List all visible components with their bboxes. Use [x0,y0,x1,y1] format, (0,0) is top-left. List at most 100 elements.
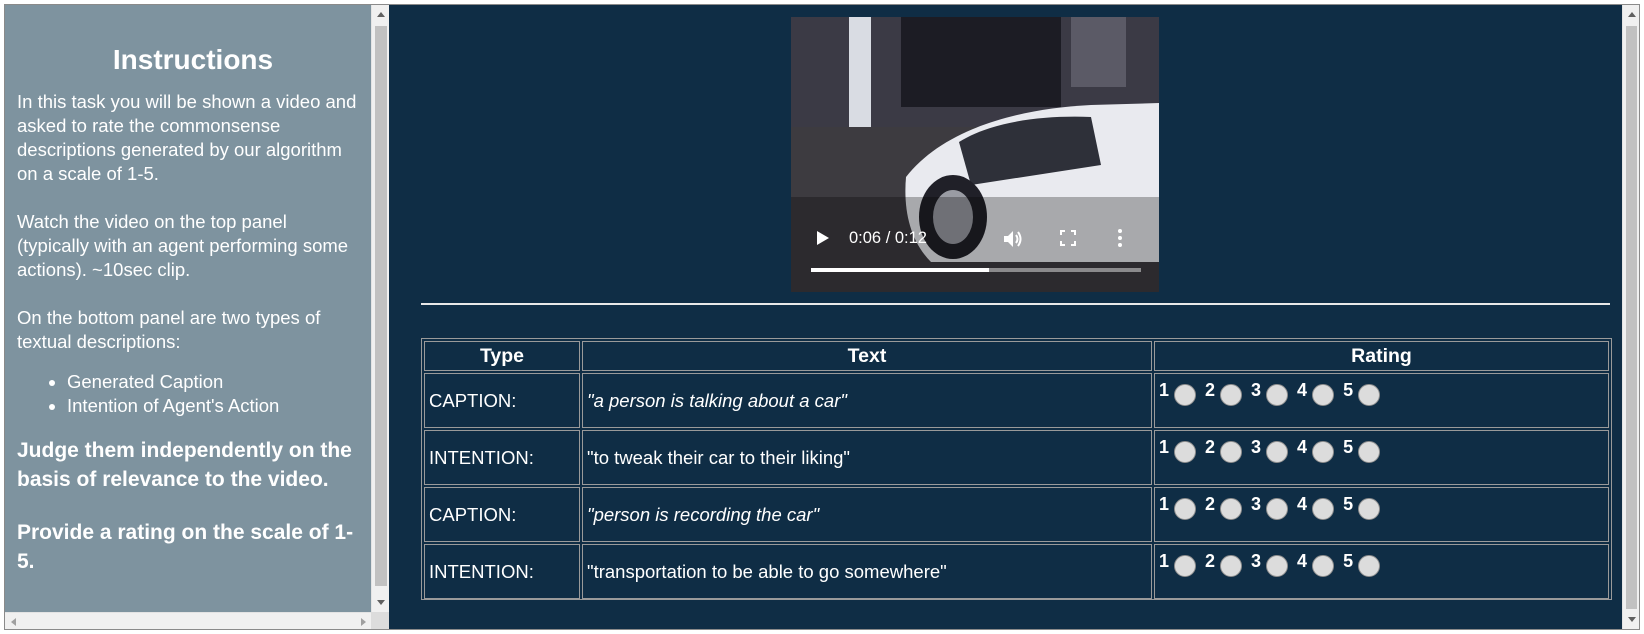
table-row: INTENTION: "transportation to be able to … [424,544,1609,599]
rating-number: 2 [1205,494,1216,514]
section-divider [421,303,1610,305]
rating-option[interactable]: 3 [1251,380,1289,406]
rating-number: 5 [1343,437,1354,457]
rating-option[interactable]: 1 [1159,551,1197,577]
rating-radio-button[interactable] [1312,498,1335,520]
rating-radio-button[interactable] [1220,555,1243,577]
rating-radio-button[interactable] [1358,384,1381,406]
rating-option[interactable]: 4 [1297,551,1335,577]
rating-radio-button[interactable] [1266,441,1289,463]
row-rating: 1 2 3 4 5 [1154,430,1609,485]
right-vertical-scrollbar[interactable] [1622,5,1639,629]
rating-number: 1 [1159,437,1170,457]
video-player[interactable]: 0:06 / 0:12 [791,17,1159,292]
table-header-row: Type Text Rating [424,341,1609,371]
scrollbar-corner [371,612,389,629]
rating-radio-button[interactable] [1358,441,1381,463]
rating-radio-button[interactable] [1174,498,1197,520]
rating-option[interactable]: 5 [1343,437,1381,463]
rating-radio-button[interactable] [1174,441,1197,463]
table-row: CAPTION: "person is recording the car" 1 2 3… [424,487,1609,542]
description-types-list: Generated Caption Intention of Agent's A… [67,370,359,418]
row-rating: 1 2 3 4 5 [1154,373,1609,428]
volume-icon[interactable] [1001,228,1023,250]
rating-option[interactable]: 2 [1205,494,1243,520]
scroll-up-arrow-icon[interactable] [372,5,390,23]
scroll-up-arrow-icon[interactable] [1623,5,1640,23]
rating-option[interactable]: 1 [1159,380,1197,406]
rating-radio-button[interactable] [1220,441,1243,463]
rating-radio-button[interactable] [1312,384,1335,406]
video-time: 0:06 / 0:12 [849,229,927,247]
rating-option[interactable]: 1 [1159,437,1197,463]
rating-number: 5 [1343,380,1354,400]
rating-option[interactable]: 2 [1205,551,1243,577]
rating-radio-button[interactable] [1312,441,1335,463]
row-description-text: "a person is talking about a car" [582,373,1152,428]
rating-option[interactable]: 3 [1251,437,1289,463]
instructions-content: Instructions In this task you will be sh… [5,5,371,612]
rating-number: 1 [1159,551,1170,571]
rating-number: 4 [1297,551,1308,571]
row-description-text: "to tweak their car to their liking" [582,430,1152,485]
left-scrollbar-thumb[interactable] [375,26,387,586]
rating-radio-button[interactable] [1220,498,1243,520]
table-row: CAPTION: "a person is talking about a car… [424,373,1609,428]
rating-radio-button[interactable] [1220,384,1243,406]
row-rating: 1 2 3 4 5 [1154,544,1609,599]
table-row: INTENTION: "to tweak their car to their l… [424,430,1609,485]
rating-option[interactable]: 4 [1297,494,1335,520]
left-vertical-scrollbar[interactable] [371,5,389,612]
rating-number: 2 [1205,551,1216,571]
rating-radio-button[interactable] [1266,555,1289,577]
list-item: Generated Caption [67,370,359,394]
scroll-down-arrow-icon[interactable] [1623,611,1640,629]
left-horizontal-scrollbar[interactable] [5,612,371,629]
header-rating: Rating [1154,341,1609,371]
rating-number: 4 [1297,494,1308,514]
rating-number: 3 [1251,551,1262,571]
rating-number: 2 [1205,437,1216,457]
rating-option[interactable]: 3 [1251,551,1289,577]
row-description-text: "person is recording the car" [582,487,1152,542]
more-options-icon[interactable] [1115,227,1125,249]
rating-table-container: Type Text Rating CAPTION: "a person is ta… [421,338,1612,600]
row-type: INTENTION: [424,544,580,599]
rating-number: 4 [1297,380,1308,400]
rating-radio-button[interactable] [1266,384,1289,406]
rating-radio-button[interactable] [1174,555,1197,577]
list-item: Intention of Agent's Action [67,394,359,418]
rating-option[interactable]: 1 [1159,494,1197,520]
rating-option[interactable]: 5 [1343,551,1381,577]
rating-number: 5 [1343,494,1354,514]
header-text: Text [582,341,1152,371]
rating-option[interactable]: 5 [1343,494,1381,520]
row-type: CAPTION: [424,487,580,542]
rating-option[interactable]: 2 [1205,437,1243,463]
rating-number: 1 [1159,380,1170,400]
rating-number: 1 [1159,494,1170,514]
rating-radio-button[interactable] [1312,555,1335,577]
rating-radio-button[interactable] [1174,384,1197,406]
rating-option[interactable]: 3 [1251,494,1289,520]
rating-radio-button[interactable] [1266,498,1289,520]
scroll-left-arrow-icon[interactable] [5,613,22,630]
video-progress-fill [811,268,990,272]
fullscreen-icon[interactable] [1059,229,1077,247]
rating-option[interactable]: 5 [1343,380,1381,406]
scroll-right-arrow-icon[interactable] [354,613,371,630]
video-progress-bar[interactable] [811,268,1141,272]
row-type: CAPTION: [424,373,580,428]
instructions-rating-note: Provide a rating on the scale of 1-5. [17,521,354,573]
rating-option[interactable]: 4 [1297,437,1335,463]
rating-number: 3 [1251,494,1262,514]
rating-option[interactable]: 4 [1297,380,1335,406]
scroll-down-arrow-icon[interactable] [372,594,390,612]
rating-option[interactable]: 2 [1205,380,1243,406]
right-scrollbar-thumb[interactable] [1626,26,1637,609]
play-icon[interactable] [815,229,831,247]
rating-number: 3 [1251,437,1262,457]
rating-radio-button[interactable] [1358,498,1381,520]
row-description-text: "transportation to be able to go somewhe… [582,544,1152,599]
rating-radio-button[interactable] [1358,555,1381,577]
